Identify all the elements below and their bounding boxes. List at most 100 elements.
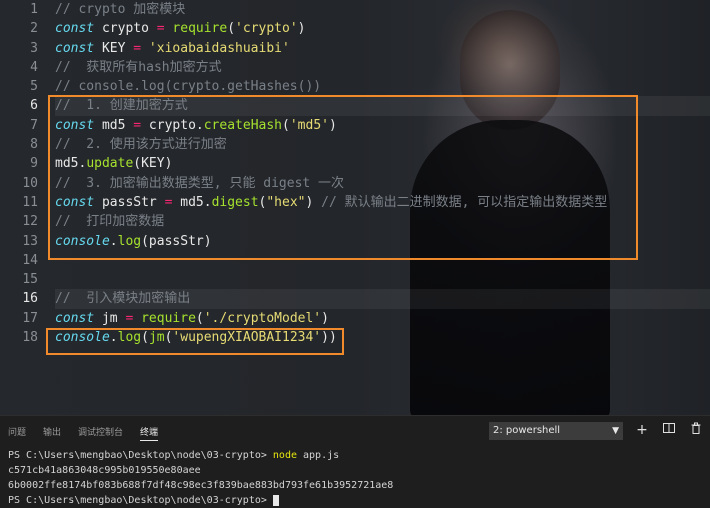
code-line[interactable]: // 1. 创建加密方式 <box>55 96 710 116</box>
line-number: 12 <box>22 214 38 230</box>
code-line[interactable]: console.log(jm('wupengXIAOBAI1234')) <box>55 328 710 347</box>
terminal-line: 6b0002ffe8174bf083b688f7df48c98ec3f839ba… <box>8 478 708 493</box>
line-number-gutter: 1 2 3 4 5 6 7 8 9 10 11 12 13 14 15 16 17 18 <box>0 0 44 347</box>
line-number: 18 <box>22 330 38 346</box>
tab-output[interactable]: 输出 <box>43 425 61 438</box>
line-number: 16 <box>22 291 38 307</box>
code-line[interactable]: // 引入模块加密输出 <box>55 289 710 309</box>
code-line[interactable]: const crypto = require('crypto') <box>55 19 710 38</box>
split-terminal-icon[interactable] <box>661 421 677 439</box>
code-area[interactable]: // crypto 加密模块 const crypto = require('cr… <box>55 0 710 347</box>
line-number: 10 <box>22 175 38 191</box>
line-number: 1 <box>30 2 38 17</box>
code-line[interactable] <box>55 251 710 270</box>
code-token: require <box>133 310 196 326</box>
code-token: log <box>117 233 142 249</box>
code-token: crypto. <box>141 117 204 133</box>
code-token: 'wupengXIAOBAI1234' <box>172 330 322 346</box>
line-number: 11 <box>22 194 38 210</box>
code-token: (KEY) <box>133 156 173 172</box>
chevron-down-icon: ▼ <box>612 426 619 436</box>
code-token: ) <box>328 117 337 133</box>
code-token: ( <box>282 117 290 133</box>
code-token: . <box>109 233 118 249</box>
code-line[interactable]: const md5 = crypto.createHash('md5') <box>55 116 710 135</box>
code-token: (passStr) <box>141 233 212 249</box>
code-token: passStr <box>94 194 157 210</box>
line-number: 15 <box>22 272 38 288</box>
code-line[interactable]: // 打印加密数据 <box>55 212 710 231</box>
code-token: ( <box>141 330 149 346</box>
line-number: 8 <box>30 137 38 153</box>
code-token: = <box>125 117 142 133</box>
code-token: const <box>55 40 95 56</box>
terminal-prompt: PS C:\Users\mengbao\Desktop\node\03-cryp… <box>8 495 273 506</box>
code-token: createHash <box>203 117 283 133</box>
code-token: md5 <box>94 117 126 133</box>
line-number: 6 <box>30 98 38 114</box>
terminal-command: node <box>272 450 297 461</box>
code-token: // 默认输出二进制数据, 可以指定输出数据类型 <box>313 194 608 210</box>
code-token: = <box>125 40 142 56</box>
code-line[interactable]: md5.update(KEY) <box>55 154 710 173</box>
line-number: 9 <box>30 156 38 172</box>
tab-debug-console[interactable]: 调试控制台 <box>78 425 123 438</box>
code-line[interactable]: console.log(passStr) <box>55 232 710 251</box>
terminal-select-value: 2: powershell <box>493 425 561 436</box>
code-token: // 2. 使用该方式进行加密 <box>55 137 227 153</box>
tab-terminal[interactable]: 终端 <box>140 425 159 441</box>
code-token: // 1. 创建加密方式 <box>55 98 188 114</box>
code-line[interactable]: // 获取所有hash加密方式 <box>55 58 710 77</box>
terminal-output-text: c571cb41a863048c995b019550e80aee <box>8 465 201 476</box>
trash-icon[interactable] <box>688 421 704 439</box>
tab-problems[interactable]: 问题 <box>8 425 26 438</box>
terminal-cursor <box>272 494 279 506</box>
code-token: 'xioabaidashuaibi' <box>141 40 290 56</box>
code-token: ( <box>195 310 204 326</box>
terminal-output[interactable]: PS C:\Users\mengbao\Desktop\node\03-cryp… <box>8 448 708 508</box>
code-token: const <box>55 194 95 210</box>
code-token: crypto <box>94 21 149 37</box>
terminal-output-text: 6b0002ffe8174bf083b688f7df48c98ec3f839ba… <box>8 480 394 491</box>
code-token: const <box>55 21 95 37</box>
code-token: console <box>55 233 110 249</box>
code-line[interactable]: const jm = require('./cryptoModel') <box>55 309 710 328</box>
line-number: 13 <box>22 233 38 249</box>
line-number: 2 <box>30 21 38 37</box>
code-token: )) <box>321 330 337 346</box>
code-token: md5. <box>55 156 87 172</box>
code-line[interactable]: const KEY = 'xioabaidashuaibi' <box>55 39 710 58</box>
code-line[interactable]: // console.log(crypto.getHashes()) <box>55 77 710 96</box>
code-token: = <box>117 310 134 326</box>
line-number: 5 <box>30 79 38 95</box>
terminal-select[interactable]: 2: powershell ▼ <box>489 422 623 440</box>
code-token: = <box>148 21 165 37</box>
code-token: // crypto 加密模块 <box>55 2 186 17</box>
terminal-line: c571cb41a863048c995b019550e80aee <box>8 463 708 478</box>
code-token: const <box>55 117 95 133</box>
code-line[interactable]: // crypto 加密模块 <box>55 0 710 19</box>
terminal-args: app.js <box>297 450 340 461</box>
code-line[interactable] <box>55 270 710 289</box>
code-line[interactable]: const passStr = md5.digest("hex") // 默认输… <box>55 193 710 212</box>
code-token: ( <box>227 21 236 37</box>
line-number: 14 <box>22 252 38 268</box>
code-editor[interactable]: 1 2 3 4 5 6 7 8 9 10 11 12 13 14 15 16 17 18 // crypto 加密… <box>0 0 710 415</box>
code-token: jm <box>148 330 165 346</box>
code-line[interactable]: // 3. 加密输出数据类型, 只能 digest 一次 <box>55 174 710 193</box>
code-token: log <box>117 330 142 346</box>
code-token: const <box>55 310 95 326</box>
add-terminal-icon[interactable]: + <box>634 421 650 439</box>
code-token: = <box>156 194 173 210</box>
code-token: // 3. 加密输出数据类型, 只能 digest 一次 <box>55 175 345 191</box>
code-token: ) <box>297 21 306 37</box>
line-number: 4 <box>30 59 38 75</box>
code-token: 'crypto' <box>235 21 298 37</box>
terminal-line: PS C:\Users\mengbao\Desktop\node\03-cryp… <box>8 448 708 463</box>
code-token: ) <box>321 310 329 326</box>
code-token: // 引入模块加密输出 <box>55 291 191 307</box>
line-number: 7 <box>30 117 38 133</box>
code-line[interactable]: // 2. 使用该方式进行加密 <box>55 135 710 154</box>
code-token: update <box>86 156 134 172</box>
code-token: // console.log(crypto.getHashes()) <box>55 79 322 95</box>
